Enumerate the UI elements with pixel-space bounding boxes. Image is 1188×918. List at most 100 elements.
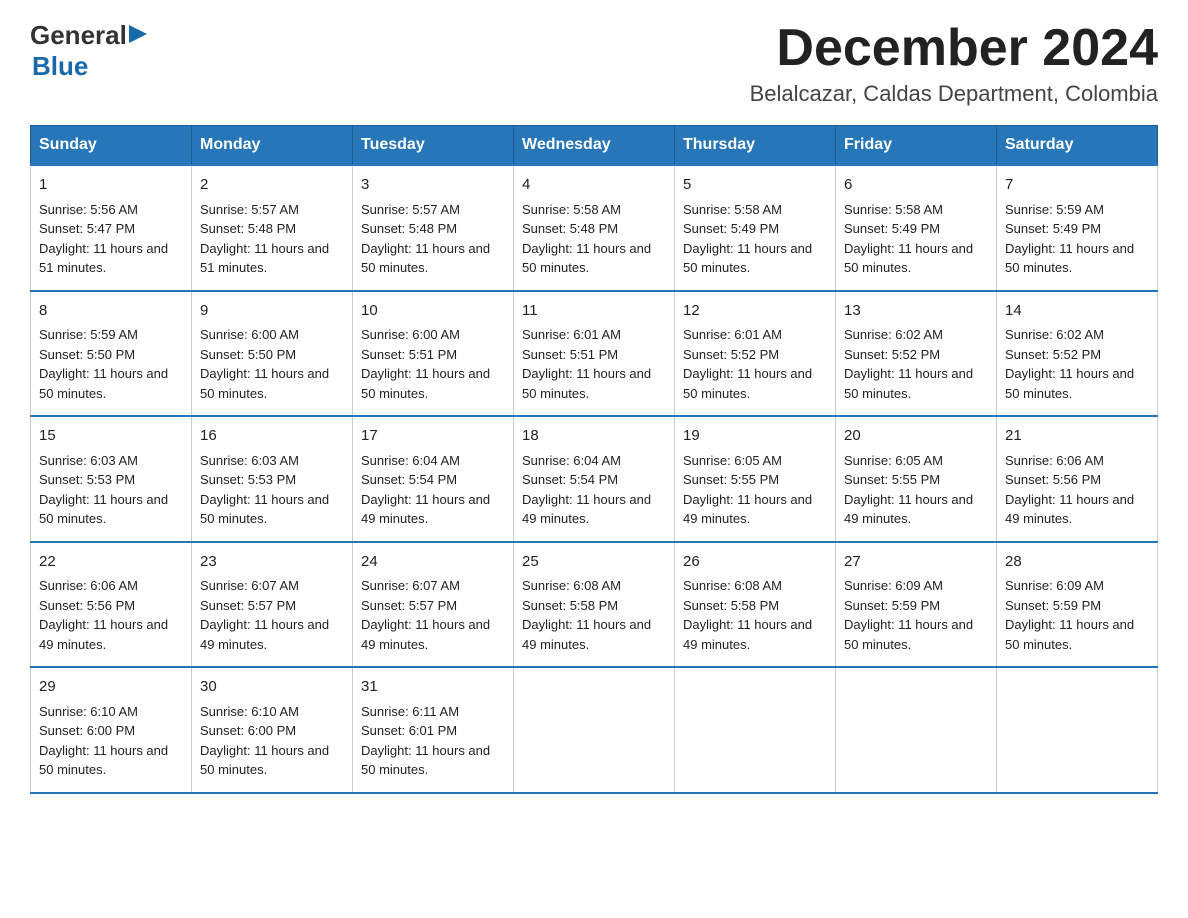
day-number: 25 <box>522 551 666 574</box>
day-number: 17 <box>361 425 505 448</box>
sunset-label: Sunset: 5:53 PM <box>200 472 296 487</box>
day-number: 5 <box>683 174 827 197</box>
day-number: 11 <box>522 300 666 323</box>
day-number: 4 <box>522 174 666 197</box>
day-number: 21 <box>1005 425 1149 448</box>
daylight-label: Daylight: 11 hours and 50 minutes. <box>844 241 973 276</box>
sunset-label: Sunset: 5:48 PM <box>361 221 457 236</box>
sunrise-label: Sunrise: 6:01 AM <box>522 327 621 342</box>
daylight-label: Daylight: 11 hours and 50 minutes. <box>361 241 490 276</box>
daylight-label: Daylight: 11 hours and 49 minutes. <box>361 492 490 527</box>
day-number: 29 <box>39 676 183 699</box>
calendar-cell: 13Sunrise: 6:02 AMSunset: 5:52 PMDayligh… <box>836 291 997 417</box>
calendar-week-row: 8Sunrise: 5:59 AMSunset: 5:50 PMDaylight… <box>31 291 1158 417</box>
page-header: General Blue December 2024 Belalcazar, C… <box>30 20 1158 107</box>
day-number: 23 <box>200 551 344 574</box>
logo-general: General <box>30 20 127 51</box>
calendar-cell: 30Sunrise: 6:10 AMSunset: 6:00 PMDayligh… <box>192 667 353 793</box>
calendar-cell: 20Sunrise: 6:05 AMSunset: 5:55 PMDayligh… <box>836 416 997 542</box>
calendar-cell: 28 Sunrise: 6:09 AM Sunset: 5:59 PM Dayligh… <box>997 542 1158 668</box>
sunrise-label: Sunrise: 5:56 AM <box>39 202 138 217</box>
sunset-label: Sunset: 5:58 PM <box>522 598 618 613</box>
daylight-label: Daylight: 11 hours and 50 minutes. <box>361 743 490 778</box>
daylight-label: Daylight: 11 hours and 50 minutes. <box>1005 241 1134 276</box>
day-number: 28 <box>1005 551 1149 574</box>
daylight-label: Daylight: 11 hours and 49 minutes. <box>683 492 812 527</box>
daylight-label: Daylight: 11 hours and 51 minutes. <box>200 241 329 276</box>
calendar-cell: 11Sunrise: 6:01 AMSunset: 5:51 PMDayligh… <box>514 291 675 417</box>
sunset-label: Sunset: 5:52 PM <box>683 347 779 362</box>
sunset-label: Sunset: 5:53 PM <box>39 472 135 487</box>
daylight-label: Daylight: 11 hours and 50 minutes. <box>1005 617 1134 652</box>
sunset-label: Sunset: 5:59 PM <box>1005 598 1101 613</box>
calendar-cell: 10Sunrise: 6:00 AMSunset: 5:51 PMDayligh… <box>353 291 514 417</box>
sunset-label: Sunset: 5:47 PM <box>39 221 135 236</box>
sunset-label: Sunset: 5:54 PM <box>361 472 457 487</box>
sunset-label: Sunset: 5:56 PM <box>39 598 135 613</box>
header-sunday: Sunday <box>31 126 192 166</box>
header-monday: Monday <box>192 126 353 166</box>
day-number: 27 <box>844 551 988 574</box>
calendar-cell: 24Sunrise: 6:07 AMSunset: 5:57 PMDayligh… <box>353 542 514 668</box>
day-number: 19 <box>683 425 827 448</box>
sunrise-label: Sunrise: 5:57 AM <box>200 202 299 217</box>
sunset-label: Sunset: 6:00 PM <box>39 723 135 738</box>
day-number: 22 <box>39 551 183 574</box>
calendar-cell: 18Sunrise: 6:04 AMSunset: 5:54 PMDayligh… <box>514 416 675 542</box>
sunset-label: Sunset: 5:48 PM <box>522 221 618 236</box>
sunrise-label: Sunrise: 6:05 AM <box>683 453 782 468</box>
daylight-label: Daylight: 11 hours and 50 minutes. <box>522 241 651 276</box>
daylight-label: Daylight: 11 hours and 49 minutes. <box>361 617 490 652</box>
daylight-label: Daylight: 11 hours and 49 minutes. <box>39 617 168 652</box>
calendar-cell: 3 Sunrise: 5:57 AM Sunset: 5:48 PM Daylight… <box>353 165 514 291</box>
calendar-week-row: 22Sunrise: 6:06 AMSunset: 5:56 PMDayligh… <box>31 542 1158 668</box>
calendar-cell: 12Sunrise: 6:01 AMSunset: 5:52 PMDayligh… <box>675 291 836 417</box>
calendar-cell: 26Sunrise: 6:08 AMSunset: 5:58 PMDayligh… <box>675 542 836 668</box>
day-number: 30 <box>200 676 344 699</box>
sunrise-label: Sunrise: 5:58 AM <box>844 202 943 217</box>
sunset-label: Sunset: 5:52 PM <box>1005 347 1101 362</box>
sunrise-label: Sunrise: 6:11 AM <box>361 704 459 719</box>
sunset-label: Sunset: 5:49 PM <box>844 221 940 236</box>
sunset-label: Sunset: 5:57 PM <box>200 598 296 613</box>
calendar-cell: 8Sunrise: 5:59 AMSunset: 5:50 PMDaylight… <box>31 291 192 417</box>
daylight-label: Daylight: 11 hours and 49 minutes. <box>522 492 651 527</box>
sunrise-label: Sunrise: 6:09 AM <box>1005 578 1104 593</box>
sunset-label: Sunset: 5:58 PM <box>683 598 779 613</box>
daylight-label: Daylight: 11 hours and 51 minutes. <box>39 241 168 276</box>
sunrise-label: Sunrise: 6:08 AM <box>683 578 782 593</box>
calendar-cell: 23Sunrise: 6:07 AMSunset: 5:57 PMDayligh… <box>192 542 353 668</box>
daylight-label: Daylight: 11 hours and 50 minutes. <box>39 366 168 401</box>
logo-triangle-icon <box>129 25 147 43</box>
day-number: 2 <box>200 174 344 197</box>
daylight-label: Daylight: 11 hours and 50 minutes. <box>522 366 651 401</box>
day-number: 3 <box>361 174 505 197</box>
sunset-label: Sunset: 5:52 PM <box>844 347 940 362</box>
sunset-label: Sunset: 6:00 PM <box>200 723 296 738</box>
main-title: December 2024 <box>750 20 1158 77</box>
calendar-header-row: SundayMondayTuesdayWednesdayThursdayFrid… <box>31 126 1158 166</box>
sunrise-label: Sunrise: 6:03 AM <box>39 453 138 468</box>
sunrise-label: Sunrise: 6:07 AM <box>200 578 299 593</box>
header-tuesday: Tuesday <box>353 126 514 166</box>
sunrise-label: Sunrise: 5:58 AM <box>683 202 782 217</box>
day-number: 7 <box>1005 174 1149 197</box>
sunset-label: Sunset: 5:50 PM <box>200 347 296 362</box>
calendar-cell: 25Sunrise: 6:08 AMSunset: 5:58 PMDayligh… <box>514 542 675 668</box>
calendar-cell: 15Sunrise: 6:03 AMSunset: 5:53 PMDayligh… <box>31 416 192 542</box>
calendar-cell: 7Sunrise: 5:59 AMSunset: 5:49 PMDaylight… <box>997 165 1158 291</box>
daylight-label: Daylight: 11 hours and 50 minutes. <box>200 366 329 401</box>
daylight-label: Daylight: 11 hours and 50 minutes. <box>683 366 812 401</box>
sunset-label: Sunset: 6:01 PM <box>361 723 457 738</box>
day-number: 15 <box>39 425 183 448</box>
sunset-label: Sunset: 5:49 PM <box>1005 221 1101 236</box>
logo: General Blue <box>30 20 147 82</box>
sunrise-label: Sunrise: 6:02 AM <box>844 327 943 342</box>
daylight-label: Daylight: 11 hours and 50 minutes. <box>683 241 812 276</box>
sunset-label: Sunset: 5:51 PM <box>361 347 457 362</box>
calendar-cell: 1Sunrise: 5:56 AMSunset: 5:47 PMDaylight… <box>31 165 192 291</box>
calendar-cell: 27Sunrise: 6:09 AMSunset: 5:59 PMDayligh… <box>836 542 997 668</box>
subtitle: Belalcazar, Caldas Department, Colombia <box>750 81 1158 107</box>
sunrise-label: Sunrise: 5:57 AM <box>361 202 460 217</box>
day-number: 18 <box>522 425 666 448</box>
